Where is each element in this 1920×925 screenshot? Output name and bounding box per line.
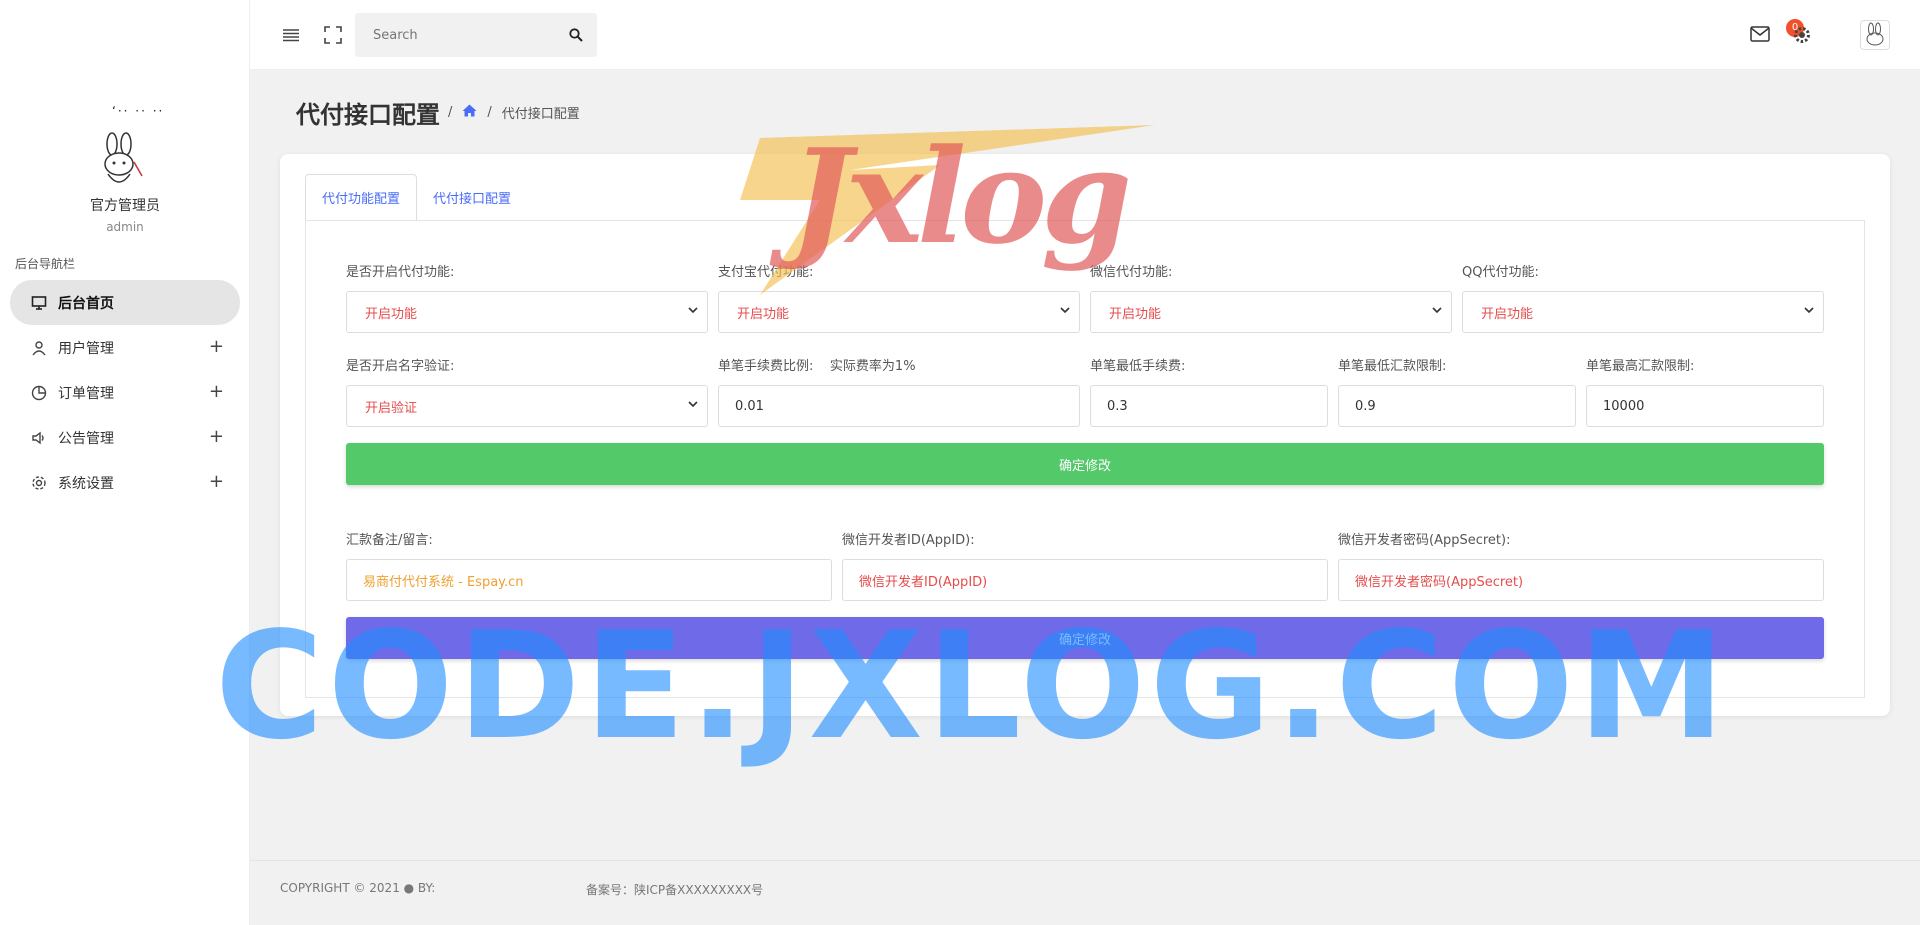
search-input[interactable] [355, 13, 545, 57]
secret-label: 微信开发者密码(AppSecret): [1338, 533, 1511, 548]
expand-icon[interactable]: + [209, 471, 224, 492]
fee-ratio-label-text: 单笔手续费比例: [718, 359, 814, 374]
tab-payout-function[interactable]: 代付功能配置 [305, 174, 418, 221]
sidebar-item-notices[interactable]: 公告管理 + [10, 415, 240, 460]
home-icon[interactable] [462, 104, 477, 121]
footer-icp: 备案号：陕ICP备XXXXXXXXX号 [586, 883, 764, 897]
footer: COPYRIGHT © 2021 ● BY: 备案号：陕ICP备XXXXXXXX… [250, 860, 1920, 925]
fee-ratio-hint: 实际费率为1% [829, 359, 916, 374]
page-title: 代付接口配置 [296, 101, 440, 129]
sidebar-item-label: 订单管理 [58, 385, 114, 402]
footer-copyright: COPYRIGHT © 2021 ● BY: [280, 881, 436, 895]
appid-input[interactable]: 微信开发者ID(AppID) [842, 559, 1328, 601]
appid-label: 微信开发者ID(AppID): [842, 533, 975, 548]
monitor-icon [30, 294, 48, 312]
wechat-payout-select[interactable]: 开启功能 [1090, 291, 1452, 333]
sidebar-item-label: 用户管理 [58, 340, 114, 357]
payout-enable-select[interactable]: 开启功能 [346, 291, 708, 333]
sidebar-item-users[interactable]: 用户管理 + [10, 325, 240, 370]
alipay-payout-select[interactable]: 开启功能 [718, 291, 1080, 333]
admin-name: 官方管理员 [90, 198, 160, 214]
fullscreen-icon[interactable] [322, 24, 344, 46]
tab-panel: 是否开启代付功能: 开启功能 支付宝代付功能: 开启功能 微信代付功能: 开启功… [305, 220, 1865, 698]
sidebar-item-orders[interactable]: 订单管理 + [10, 370, 240, 415]
breadcrumb-separator: / [448, 105, 453, 120]
menu-toggle-icon[interactable] [280, 24, 302, 46]
top-header: 0 [250, 0, 1920, 70]
min-amount-label: 单笔最低汇款限制: [1338, 359, 1447, 374]
watermark-script: Jxlog [790, 120, 1132, 273]
sidebar: ʻ·· ·· ·· 官方管理员 admin 后台导航栏 后台首页 用户管理 + [0, 0, 250, 925]
min-amount-input[interactable]: 0.9 [1338, 385, 1576, 427]
max-amount-input[interactable]: 10000 [1586, 385, 1824, 427]
chevron-down-icon [687, 398, 699, 414]
user-avatar[interactable] [1860, 20, 1890, 50]
select-value: 开启功能 [1109, 306, 1162, 322]
select-value: 开启功能 [737, 306, 790, 322]
nav-title: 后台导航栏 [15, 257, 76, 271]
remark-input[interactable]: 易商付代付系统 - Espay.cn [346, 559, 832, 601]
fee-ratio-label: 单笔手续费比例: 实际费率为1% [718, 355, 916, 374]
logo: ʻ·· ·· ·· [112, 104, 165, 118]
secret-input[interactable]: 微信开发者密码(AppSecret) [1338, 559, 1824, 601]
search-icon[interactable] [569, 27, 583, 46]
chevron-down-icon [1431, 304, 1443, 320]
fee-ratio-input[interactable]: 0.01 [718, 385, 1080, 427]
breadcrumb: / / 代付接口配置 [448, 103, 580, 122]
admin-username: admin [106, 220, 144, 234]
remark-label: 汇款备注/留言: [346, 533, 433, 548]
user-icon [30, 339, 48, 357]
admin-avatar [94, 132, 146, 190]
payout-enable-label: 是否开启代付功能: [346, 265, 455, 280]
qq-payout-select[interactable]: 开启功能 [1462, 291, 1824, 333]
expand-icon[interactable]: + [209, 381, 224, 402]
tab-payout-interface[interactable]: 代付接口配置 [417, 174, 527, 221]
gear-icon [30, 474, 48, 492]
sidebar-item-home[interactable]: 后台首页 [10, 280, 240, 325]
gear-icon[interactable] [1793, 26, 1811, 48]
save-wechat-button[interactable]: 确定修改 [346, 617, 1824, 659]
chevron-down-icon [687, 304, 699, 320]
breadcrumb-separator: / [487, 105, 492, 120]
breadcrumb-current: 代付接口配置 [501, 107, 580, 122]
qq-payout-label: QQ代付功能: [1462, 265, 1539, 280]
chevron-down-icon [1803, 304, 1815, 320]
pie-chart-icon [30, 384, 48, 402]
select-value: 开启功能 [365, 306, 418, 322]
speaker-icon [30, 429, 48, 447]
sidebar-item-label: 公告管理 [58, 430, 114, 447]
expand-icon[interactable]: + [209, 426, 224, 447]
search-box [355, 13, 597, 57]
name-verify-label: 是否开启名字验证: [346, 359, 455, 374]
name-verify-select[interactable]: 开启验证 [346, 385, 708, 427]
expand-icon[interactable]: + [209, 336, 224, 357]
sidebar-item-label: 系统设置 [58, 475, 114, 492]
nav-list: 后台首页 用户管理 + 订单管理 + 公告管理 + 系统设置 + [10, 280, 240, 505]
tab-bar: 代付功能配置 代付接口配置 [305, 174, 527, 221]
min-fee-label: 单笔最低手续费: [1090, 359, 1186, 374]
mail-icon[interactable] [1750, 26, 1770, 46]
sidebar-item-settings[interactable]: 系统设置 + [10, 460, 240, 505]
sidebar-item-label: 后台首页 [58, 295, 114, 312]
chevron-down-icon [1059, 304, 1071, 320]
save-function-button[interactable]: 确定修改 [346, 443, 1824, 485]
select-value: 开启功能 [1481, 306, 1534, 322]
select-value: 开启验证 [365, 400, 418, 416]
max-amount-label: 单笔最高汇款限制: [1586, 359, 1695, 374]
min-fee-input[interactable]: 0.3 [1090, 385, 1328, 427]
